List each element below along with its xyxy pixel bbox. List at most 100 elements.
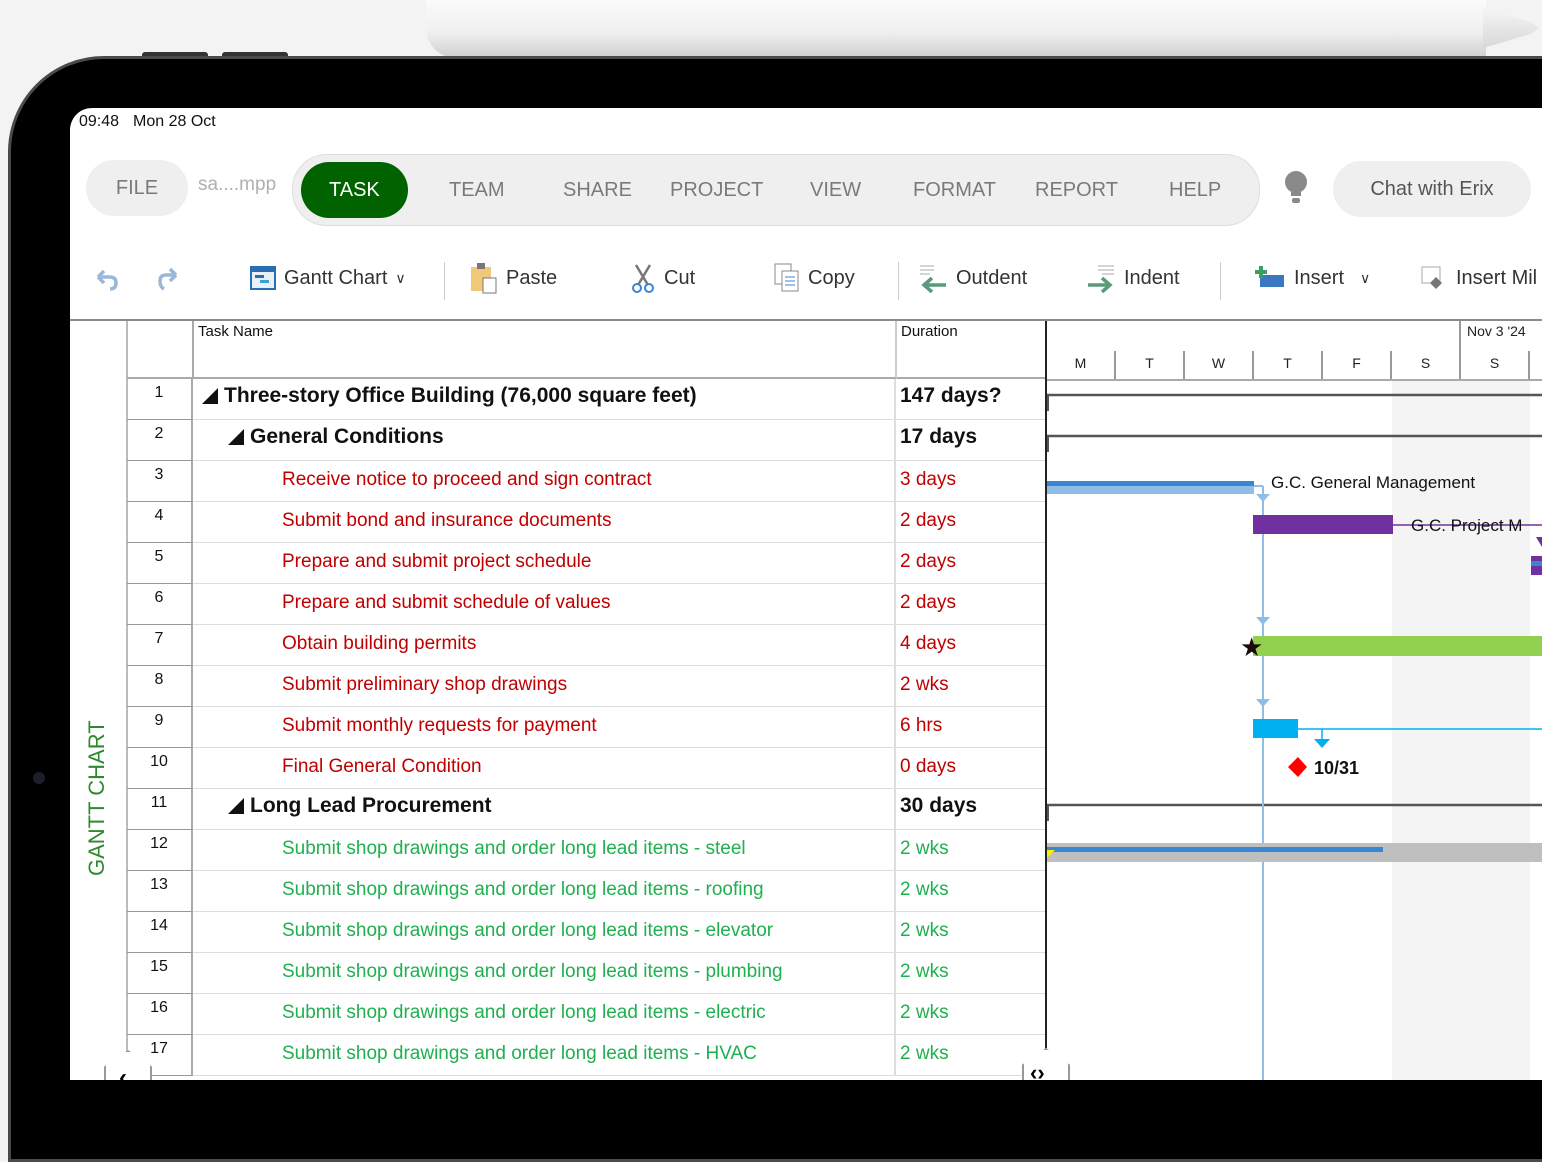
duration-cell[interactable]: 3 days: [897, 461, 1046, 502]
row-number[interactable]: 7: [127, 625, 193, 666]
task-name-cell[interactable]: Receive notice to proceed and sign contr…: [194, 461, 896, 502]
tab-task[interactable]: TASK: [301, 162, 408, 218]
table-row[interactable]: 17 Submit shop drawings and order long le…: [127, 1035, 1046, 1076]
collapse-triangle-icon[interactable]: [228, 429, 244, 445]
task-name-cell[interactable]: Submit shop drawings and order long lead…: [194, 953, 896, 994]
table-row[interactable]: 1 Three-story Office Building (76,000 squ…: [127, 379, 1046, 420]
table-row[interactable]: 7 Obtain building permits 4 days: [127, 625, 1046, 666]
task-name-cell[interactable]: Submit shop drawings and order long lead…: [194, 830, 896, 871]
lightbulb-icon[interactable]: [1284, 170, 1308, 211]
table-row[interactable]: 12 Submit shop drawings and order long le…: [127, 830, 1046, 871]
row-number[interactable]: 16: [127, 994, 193, 1035]
gantt-chart-label: Gantt Chart: [284, 266, 388, 289]
duration-cell[interactable]: 2 wks: [897, 953, 1046, 994]
duration-cell[interactable]: 0 days: [897, 748, 1046, 789]
table-row[interactable]: 9 Submit monthly requests for payment 6 hr…: [127, 707, 1046, 748]
status-time: 09:48: [79, 113, 120, 130]
task-name-cell[interactable]: Final General Condition: [194, 748, 896, 789]
row-number[interactable]: 12: [127, 830, 193, 871]
redo-button[interactable]: [154, 238, 184, 318]
table-row[interactable]: 16 Submit shop drawings and order long le…: [127, 994, 1046, 1035]
duration-cell[interactable]: 2 wks: [897, 830, 1046, 871]
row-number[interactable]: 1: [127, 379, 193, 420]
row-number[interactable]: 9: [127, 707, 193, 748]
table-row[interactable]: 2 General Conditions 17 days: [127, 420, 1046, 461]
outdent-button[interactable]: Outdent: [918, 238, 1027, 318]
table-row[interactable]: 4 Submit bond and insurance documents 2 da…: [127, 502, 1046, 543]
task-name-cell[interactable]: Obtain building permits: [194, 625, 896, 666]
column-header-task-name[interactable]: Task Name: [194, 321, 897, 379]
table-row[interactable]: 15 Submit shop drawings and order long le…: [127, 953, 1046, 994]
undo-icon: [96, 269, 118, 291]
duration-cell[interactable]: 2 days: [897, 502, 1046, 543]
tab-view[interactable]: VIEW: [810, 155, 861, 225]
row-number[interactable]: 10: [127, 748, 193, 789]
task-name-cell[interactable]: Submit shop drawings and order long lead…: [194, 912, 896, 953]
table-row[interactable]: 6 Prepare and submit schedule of values 2 …: [127, 584, 1046, 625]
duration-cell[interactable]: 17 days: [897, 420, 1046, 461]
tab-share[interactable]: SHARE: [563, 155, 632, 225]
row-number[interactable]: 5: [127, 543, 193, 584]
table-row[interactable]: 5 Prepare and submit project schedule 2 da…: [127, 543, 1046, 584]
task-name-cell[interactable]: General Conditions: [194, 420, 896, 461]
tab-project[interactable]: PROJECT: [670, 155, 763, 225]
row-number[interactable]: 4: [127, 502, 193, 543]
copy-button[interactable]: Copy: [774, 238, 855, 318]
chat-with-erix-button[interactable]: Chat with Erix: [1333, 161, 1531, 217]
task-name-cell[interactable]: Prepare and submit project schedule: [194, 543, 896, 584]
row-number[interactable]: 3: [127, 461, 193, 502]
paste-button[interactable]: Paste: [470, 238, 557, 318]
duration-cell[interactable]: 2 days: [897, 584, 1046, 625]
task-name-cell[interactable]: Submit monthly requests for payment: [194, 707, 896, 748]
duration-cell[interactable]: 147 days?: [897, 379, 1046, 420]
insert-milestone-button[interactable]: Insert Mil: [1420, 238, 1537, 318]
column-header-duration[interactable]: Duration: [897, 321, 1046, 379]
task-name-cell[interactable]: Long Lead Procurement: [194, 789, 896, 830]
row-number[interactable]: 13: [127, 871, 193, 912]
row-number[interactable]: 8: [127, 666, 193, 707]
insert-dropdown[interactable]: Insert ∨: [1254, 238, 1370, 318]
table-row[interactable]: 10 Final General Condition 0 days: [127, 748, 1046, 789]
task-name-cell[interactable]: Submit shop drawings and order long lead…: [194, 1035, 896, 1076]
task-name-cell[interactable]: Submit bond and insurance documents: [194, 502, 896, 543]
task-name-cell[interactable]: Submit shop drawings and order long lead…: [194, 871, 896, 912]
scissors-icon: [632, 264, 654, 293]
indent-button[interactable]: Indent: [1086, 238, 1180, 318]
task-name-cell[interactable]: Submit preliminary shop drawings: [194, 666, 896, 707]
duration-cell[interactable]: 2 wks: [897, 666, 1046, 707]
file-button[interactable]: FILE: [86, 160, 188, 216]
duration-cell[interactable]: 30 days: [897, 789, 1046, 830]
task-name-cell[interactable]: Three-story Office Building (76,000 squa…: [194, 379, 896, 420]
collapse-triangle-icon[interactable]: [228, 798, 244, 814]
duration-cell[interactable]: 6 hrs: [897, 707, 1046, 748]
gantt-chart-view-label[interactable]: GANTT CHART: [84, 696, 110, 876]
duration-cell[interactable]: 4 days: [897, 625, 1046, 666]
collapse-triangle-icon[interactable]: [202, 388, 218, 404]
table-row[interactable]: 13 Submit shop drawings and order long le…: [127, 871, 1046, 912]
undo-button[interactable]: [90, 238, 120, 318]
tab-report[interactable]: REPORT: [1035, 155, 1118, 225]
task-name-cell[interactable]: Prepare and submit schedule of values: [194, 584, 896, 625]
table-row[interactable]: 8 Submit preliminary shop drawings 2 wks: [127, 666, 1046, 707]
row-number[interactable]: 14: [127, 912, 193, 953]
tab-team[interactable]: TEAM: [449, 155, 505, 225]
copy-label: Copy: [808, 266, 855, 289]
duration-cell[interactable]: 2 wks: [897, 994, 1046, 1035]
row-number[interactable]: 15: [127, 953, 193, 994]
duration-cell[interactable]: 2 days: [897, 543, 1046, 584]
task-name: Submit preliminary shop drawings: [282, 674, 568, 695]
duration-cell[interactable]: 2 wks: [897, 912, 1046, 953]
tab-help[interactable]: HELP: [1169, 155, 1221, 225]
table-row[interactable]: 11 Long Lead Procurement 30 days: [127, 789, 1046, 830]
task-name-cell[interactable]: Submit shop drawings and order long lead…: [194, 994, 896, 1035]
duration-cell[interactable]: 2 wks: [897, 871, 1046, 912]
row-number[interactable]: 11: [127, 789, 193, 830]
tab-format[interactable]: FORMAT: [913, 155, 996, 225]
table-row[interactable]: 3 Receive notice to proceed and sign cont…: [127, 461, 1046, 502]
cut-button[interactable]: Cut: [630, 238, 695, 318]
task-name: Submit shop drawings and order long lead…: [282, 920, 774, 941]
row-number[interactable]: 6: [127, 584, 193, 625]
gantt-chart-view-dropdown[interactable]: Gantt Chart ∨: [250, 238, 406, 318]
table-row[interactable]: 14 Submit shop drawings and order long le…: [127, 912, 1046, 953]
row-number[interactable]: 2: [127, 420, 193, 461]
